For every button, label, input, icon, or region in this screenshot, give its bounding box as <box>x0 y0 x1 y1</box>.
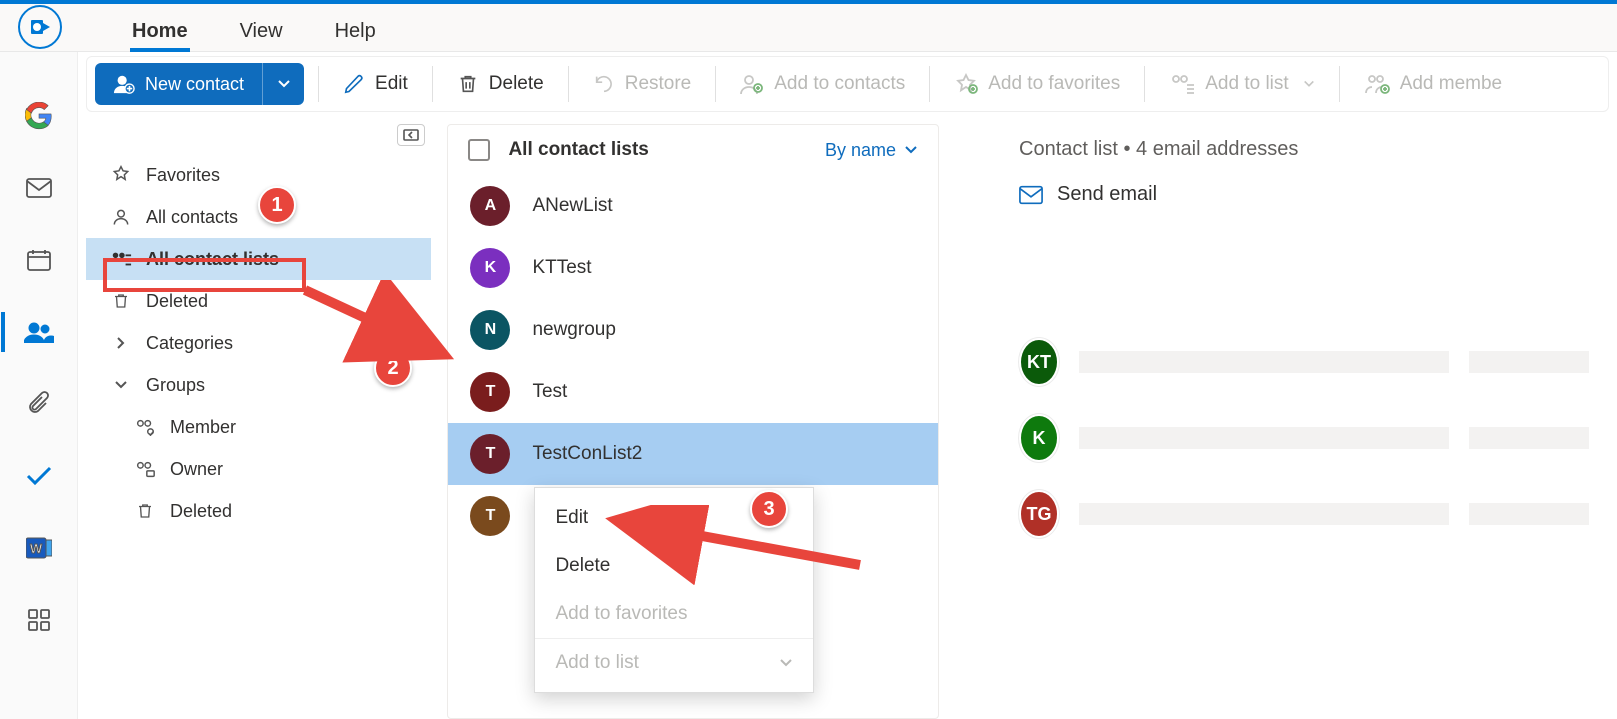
contact-list-panel: All contact lists By name A ANewList K KTTe… <box>447 124 939 719</box>
member-name-redacted <box>1079 351 1449 373</box>
avatar: A <box>470 186 510 226</box>
attachments-icon[interactable] <box>21 390 57 418</box>
add-member-button: Add membe <box>1354 73 1512 95</box>
add-to-favorites-button: Add to favorites <box>944 73 1130 95</box>
send-email-action[interactable]: Send email <box>1019 183 1589 206</box>
nav-categories[interactable]: Categories <box>86 322 431 364</box>
word-icon[interactable]: W <box>21 534 57 562</box>
avatar: K <box>1019 414 1059 462</box>
tab-help[interactable]: Help <box>333 10 378 51</box>
app-rail: W <box>0 52 78 719</box>
todo-icon[interactable] <box>21 462 57 490</box>
nav-groups-owner[interactable]: Owner <box>86 448 431 490</box>
ctx-add-to-list: Add to list <box>535 638 813 686</box>
new-contact-button[interactable]: New contact <box>95 73 262 95</box>
person-icon <box>110 207 132 227</box>
contact-list-row[interactable]: T Test <box>448 361 938 423</box>
member-extra-redacted <box>1469 427 1589 449</box>
contact-list-row[interactable]: K KTTest <box>448 237 938 299</box>
member-extra-redacted <box>1469 503 1589 525</box>
new-contact-dropdown[interactable] <box>262 63 304 105</box>
outlook-logo <box>18 5 62 49</box>
select-all-checkbox[interactable] <box>468 139 490 161</box>
member-row: K <box>1019 414 1589 462</box>
member-name-redacted <box>1079 427 1449 449</box>
chevron-right-icon <box>110 336 132 350</box>
detail-panel: Contact list • 4 email addresses Send em… <box>955 124 1617 719</box>
chevron-down-icon <box>1303 79 1315 89</box>
nav-groups-deleted[interactable]: Deleted <box>86 490 431 532</box>
person-plus-icon <box>740 73 764 95</box>
sort-button[interactable]: By name <box>825 140 918 161</box>
folder-nav: Favorites All contacts All contact lists… <box>86 124 431 719</box>
group-plus-icon <box>1364 73 1390 95</box>
pencil-icon <box>343 73 365 95</box>
contact-list-label: newgroup <box>532 319 615 341</box>
new-contact-splitbutton: New contact <box>95 63 304 105</box>
contact-list-row[interactable]: Nnewgroup <box>448 299 938 361</box>
nav-all-contacts[interactable]: All contacts <box>86 196 431 238</box>
google-icon[interactable] <box>21 102 57 130</box>
tab-home[interactable]: Home <box>130 10 190 51</box>
star-icon <box>110 165 132 185</box>
list-title: All contact lists <box>508 139 648 161</box>
avatar: TG <box>1019 490 1059 538</box>
ctx-add-favorites: Add to favorites <box>535 590 813 638</box>
edit-button[interactable]: Edit <box>333 73 418 95</box>
member-name-redacted <box>1079 503 1449 525</box>
nav-groups[interactable]: Groups <box>86 364 431 406</box>
star-plus-icon <box>954 73 978 95</box>
avatar: KT <box>1019 338 1059 386</box>
nav-groups-member[interactable]: Member <box>86 406 431 448</box>
contact-list-label: ANewList <box>532 195 612 217</box>
new-contact-label: New contact <box>145 74 244 95</box>
trash-icon <box>457 73 479 95</box>
contact-list-row[interactable]: T TestConList2 <box>448 423 938 485</box>
add-to-contacts-button: Add to contacts <box>730 73 915 95</box>
top-tab-bar: Home View Help <box>0 4 1617 52</box>
restore-button: Restore <box>583 73 702 95</box>
avatar: N <box>470 310 510 350</box>
avatar: T <box>470 372 510 412</box>
trash-nav-icon-2 <box>134 501 156 521</box>
chevron-down-icon <box>904 145 918 155</box>
contact-list-label: Test <box>532 381 567 403</box>
ctx-edit[interactable]: Edit <box>535 494 813 542</box>
add-to-list-button: Add to list <box>1159 73 1324 95</box>
detail-meta: Contact list • 4 email addresses <box>1019 138 1589 161</box>
nav-favorites[interactable]: Favorites <box>86 154 431 196</box>
member-icon <box>134 418 156 436</box>
annotation-box-1 <box>103 258 306 292</box>
mail-icon[interactable] <box>21 174 57 202</box>
svg-text:W: W <box>29 541 42 556</box>
member-row: TG <box>1019 490 1589 538</box>
avatar: T <box>470 434 510 474</box>
trash-nav-icon <box>110 291 132 311</box>
avatar: K <box>470 248 510 288</box>
calendar-icon[interactable] <box>21 246 57 274</box>
command-toolbar: New contact Edit Delete Restore <box>86 56 1609 112</box>
people-list-icon <box>1169 73 1195 95</box>
tab-view[interactable]: View <box>238 10 285 51</box>
chevron-down-icon <box>779 658 793 668</box>
collapse-nav-button[interactable] <box>397 124 425 146</box>
avatar: T <box>470 496 510 536</box>
chevron-down-nav-icon <box>110 379 132 391</box>
contact-list-label: TestConList2 <box>532 443 642 465</box>
more-apps-icon[interactable] <box>21 606 57 634</box>
context-menu: Edit Delete Add to favorites Add to list <box>534 487 814 693</box>
member-row: KT <box>1019 338 1589 386</box>
delete-button[interactable]: Delete <box>447 73 554 95</box>
contact-list-row[interactable]: A ANewList <box>448 175 938 237</box>
ctx-delete[interactable]: Delete <box>535 542 813 590</box>
people-icon[interactable] <box>21 318 57 346</box>
restore-icon <box>593 73 615 95</box>
member-extra-redacted <box>1469 351 1589 373</box>
mail-icon <box>1019 185 1043 205</box>
owner-icon <box>134 460 156 478</box>
contact-list-label: KTTest <box>532 257 591 279</box>
